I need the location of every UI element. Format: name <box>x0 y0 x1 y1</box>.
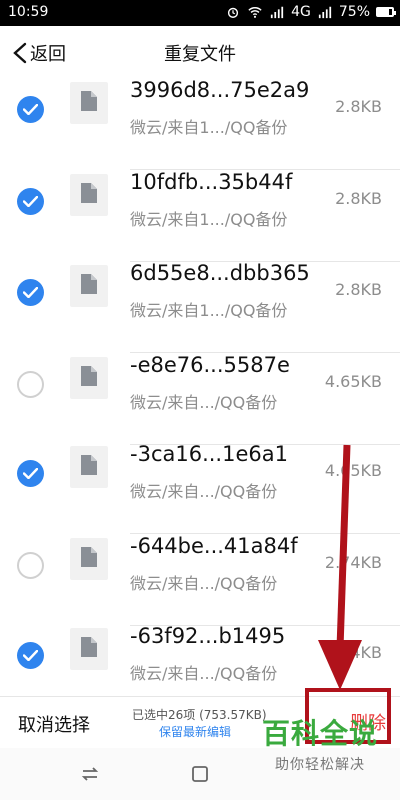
document-icon <box>81 455 97 475</box>
status-bar: 10:59 4G 75% <box>0 0 400 26</box>
file-path: 微云/来自1.../QQ备份 <box>130 118 288 137</box>
file-size: 2.74KB <box>324 553 382 572</box>
checkbox-checked[interactable] <box>17 460 44 487</box>
file-path: 微云/来自.../QQ备份 <box>130 664 278 683</box>
keep-latest-link[interactable]: 保留最新编辑 <box>159 723 231 740</box>
file-thumbnail <box>70 446 108 488</box>
checkbox-checked[interactable] <box>17 96 44 123</box>
file-row[interactable]: -e8e76...5587e 微云/来自.../QQ备份 4.65KB <box>0 353 400 445</box>
file-name: -63f92...b1495 <box>130 624 286 648</box>
document-icon <box>81 91 97 111</box>
file-size: 4.65KB <box>324 372 382 391</box>
file-name: 6d55e8...dbb365 <box>130 261 310 285</box>
file-name: -e8e76...5587e <box>130 353 290 377</box>
signal-icon <box>270 6 284 19</box>
file-row[interactable]: -63f92...b1495 微云/来自.../QQ备份 2.74KB <box>0 624 400 696</box>
file-size: 2.8KB <box>335 189 382 208</box>
file-thumbnail <box>70 628 108 670</box>
file-name: -644be...41a84f <box>130 534 298 558</box>
file-path: 微云/来自.../QQ备份 <box>130 482 278 501</box>
checkbox-checked[interactable] <box>17 642 44 669</box>
file-row[interactable]: 10fdfb...35b44f 微云/来自1.../QQ备份 2.8KB <box>0 170 400 262</box>
home-square-icon[interactable] <box>190 764 210 784</box>
signal-icon-2 <box>318 6 331 19</box>
app-root: 10:59 4G 75% 重复文件 返回 3996d8...75e2a9 微云/… <box>0 0 400 800</box>
file-size: 2.8KB <box>335 280 382 299</box>
checkbox-checked[interactable] <box>17 188 44 215</box>
status-icons: 4G 75% <box>225 4 396 20</box>
checkmark-icon <box>23 196 38 207</box>
document-icon <box>81 274 97 294</box>
file-path: 微云/来自1.../QQ备份 <box>130 210 288 229</box>
file-path: 微云/来自.../QQ备份 <box>130 393 278 412</box>
chevron-left-icon <box>13 42 27 64</box>
file-size: 2.74KB <box>324 643 382 662</box>
brand-watermark: 百科全说 助你轻松解决 <box>262 712 378 774</box>
status-time: 10:59 <box>8 4 49 20</box>
watermark-slogan: 助你轻松解决 <box>274 757 365 773</box>
file-size: 2.8KB <box>335 97 382 116</box>
checkmark-icon <box>23 468 38 479</box>
back-button[interactable]: 返回 <box>12 40 66 66</box>
file-thumbnail <box>70 265 108 307</box>
wifi-icon <box>248 7 262 18</box>
app-header: 重复文件 返回 <box>0 26 400 78</box>
battery-percent: 75% <box>338 4 370 20</box>
checkmark-icon <box>23 104 38 115</box>
checkmark-icon <box>23 287 38 298</box>
document-icon <box>81 637 97 657</box>
file-row[interactable]: -644be...41a84f 微云/来自.../QQ备份 2.74KB <box>0 534 400 626</box>
back-label: 返回 <box>30 44 66 65</box>
document-icon <box>81 366 97 386</box>
checkbox-unchecked[interactable] <box>17 371 44 398</box>
alarm-icon <box>228 7 239 18</box>
checkbox-checked[interactable] <box>17 279 44 306</box>
file-path: 微云/来自1.../QQ备份 <box>130 301 288 320</box>
file-thumbnail <box>70 174 108 216</box>
network-type: 4G <box>291 4 311 20</box>
selection-summary: 已选中26项 (753.57KB) <box>132 708 267 722</box>
checkbox-unchecked[interactable] <box>17 552 44 579</box>
file-thumbnail <box>70 357 108 399</box>
file-name: 10fdfb...35b44f <box>130 170 293 194</box>
file-path: 微云/来自.../QQ备份 <box>130 574 278 593</box>
file-name: 3996d8...75e2a9 <box>130 78 310 102</box>
file-name: -3ca16...1e6a1 <box>130 442 288 466</box>
file-thumbnail <box>70 82 108 124</box>
battery-icon <box>376 7 396 17</box>
file-row[interactable]: 3996d8...75e2a9 微云/来自1.../QQ备份 2.8KB <box>0 78 400 170</box>
file-row[interactable]: 6d55e8...dbb365 微云/来自1.../QQ备份 2.8KB <box>0 261 400 353</box>
file-row[interactable]: -3ca16...1e6a1 微云/来自.../QQ备份 4.65KB <box>0 442 400 534</box>
document-icon <box>81 183 97 203</box>
file-size: 4.65KB <box>324 461 382 480</box>
duplicate-file-list: 3996d8...75e2a9 微云/来自1.../QQ备份 2.8KB 10fdfb… <box>0 78 400 696</box>
document-icon <box>81 547 97 567</box>
file-thumbnail <box>70 538 108 580</box>
cancel-selection-button[interactable]: 取消选择 <box>18 711 90 737</box>
switch-apps-icon[interactable] <box>80 764 100 784</box>
watermark-brand: 百科全说 <box>261 717 378 750</box>
checkmark-icon <box>23 650 38 661</box>
